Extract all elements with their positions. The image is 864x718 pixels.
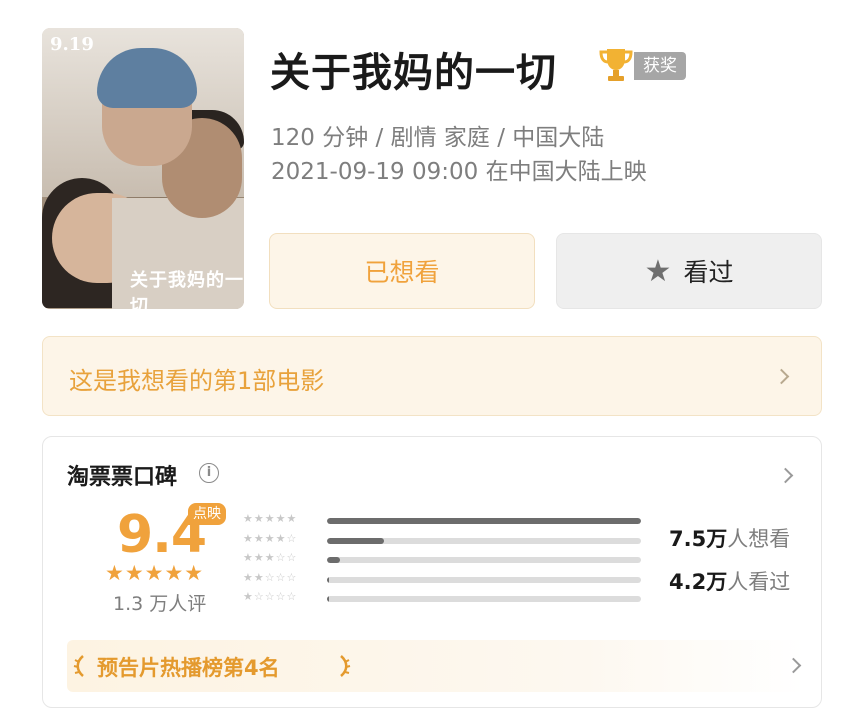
distribution-stars: ★★★★★ bbox=[243, 512, 298, 525]
distribution-track bbox=[327, 596, 641, 602]
movie-title: 关于我妈的一切 bbox=[270, 50, 557, 96]
rating-card: 淘票票口碑 i 9.4 点映 ★★★★★ 1.3 万人评 ★★★★★ ★★★★☆ ★… bbox=[42, 436, 822, 708]
trailer-rank-text: 预告片热播榜第4名 bbox=[97, 656, 280, 680]
distribution-track bbox=[327, 537, 641, 544]
trophy-icon bbox=[599, 49, 633, 81]
distribution-fill bbox=[327, 557, 340, 563]
distribution-track bbox=[327, 576, 641, 583]
award-badge[interactable]: 获奖 bbox=[634, 52, 686, 80]
poster-title-art: 关于我妈的一切 bbox=[130, 270, 244, 309]
want-count-stat: 7.5万人想看 bbox=[669, 523, 790, 553]
movie-meta-release: 2021-09-19 09:00 在中国大陆上映 bbox=[271, 159, 647, 185]
rating-card-title[interactable]: 淘票票口碑 bbox=[67, 459, 177, 491]
distribution-row: ★★★★★ bbox=[243, 512, 643, 529]
chevron-right-icon bbox=[773, 368, 790, 385]
chevron-right-icon bbox=[785, 657, 802, 674]
distribution-row: ★☆☆☆☆ bbox=[243, 590, 643, 607]
want-to-watch-label: 已想看 bbox=[364, 258, 440, 287]
distribution-fill bbox=[327, 537, 384, 544]
distribution-stars: ★★☆☆☆ bbox=[243, 570, 298, 584]
seen-count-stat: 4.2万人看过 bbox=[669, 566, 790, 596]
distribution-fill bbox=[327, 596, 329, 602]
distribution-stars: ★☆☆☆☆ bbox=[243, 590, 298, 603]
distribution-fill bbox=[327, 576, 329, 583]
want-count-label: 人想看 bbox=[727, 527, 791, 551]
star-icon: ★ bbox=[644, 253, 672, 289]
distribution-track bbox=[327, 518, 641, 524]
info-icon[interactable]: i bbox=[199, 463, 219, 483]
distribution-row: ★★☆☆☆ bbox=[243, 570, 643, 588]
want-list-banner[interactable]: 这是我想看的第1部电影 bbox=[42, 336, 822, 416]
chevron-right-icon[interactable] bbox=[777, 467, 794, 484]
watched-label: 看过 bbox=[683, 258, 734, 287]
distribution-row: ★★★★☆ bbox=[243, 531, 643, 549]
laurel-right-icon bbox=[340, 655, 351, 677]
distribution-track bbox=[327, 557, 641, 563]
movie-poster[interactable]: 9.19 关于我妈的一切 bbox=[42, 28, 244, 309]
seen-count-label: 人看过 bbox=[727, 570, 791, 594]
seen-count: 4.2万 bbox=[669, 570, 728, 594]
laurel-left-icon bbox=[73, 655, 84, 677]
score-badge: 点映 bbox=[188, 503, 226, 525]
movie-meta-duration-genre: 120 分钟 / 剧情 家庭 / 中国大陆 bbox=[271, 125, 605, 151]
want-to-watch-button[interactable]: 已想看 bbox=[269, 233, 535, 309]
distribution-stars: ★★★★☆ bbox=[243, 531, 298, 545]
want-count: 7.5万 bbox=[669, 527, 728, 551]
rating-count: 1.3 万人评 bbox=[113, 593, 207, 615]
trailer-rank-bar[interactable]: 预告片热播榜第4名 bbox=[67, 640, 805, 692]
watched-button[interactable]: ★ 看过 bbox=[556, 233, 822, 309]
score-stars: ★★★★★ bbox=[105, 561, 205, 585]
banner-text: 这是我想看的第1部电影 bbox=[69, 367, 325, 395]
distribution-row: ★★★☆☆ bbox=[243, 551, 643, 568]
distribution-stars: ★★★☆☆ bbox=[243, 551, 298, 564]
distribution-fill bbox=[327, 518, 641, 524]
poster-date: 9.19 bbox=[50, 34, 94, 55]
